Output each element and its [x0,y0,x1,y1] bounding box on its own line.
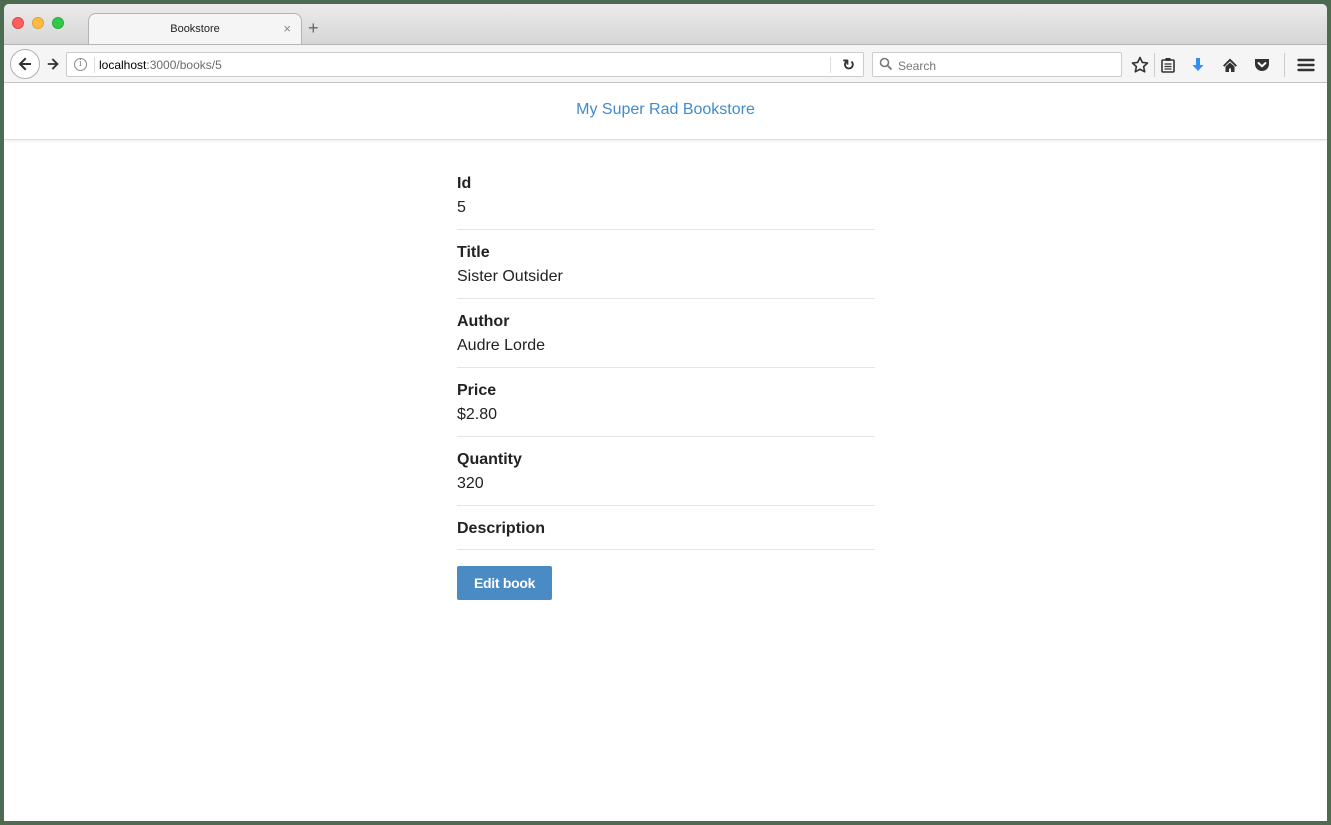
info-icon[interactable]: i [74,58,87,71]
field-label: Author [457,313,510,330]
divider [830,57,831,73]
divider [94,57,95,73]
divider [1154,53,1155,77]
bookmark-star-icon[interactable] [1130,55,1150,75]
field-value: Audre Lorde [457,337,546,354]
divider [1284,53,1285,77]
new-tab-button[interactable]: + [308,19,319,37]
tab-title: Bookstore [170,23,220,35]
url-host: localhost [99,58,147,72]
field-title: Title Sister Outsider [457,241,875,299]
field-value: Sister Outsider [457,268,563,285]
search-icon [879,57,893,71]
menu-icon[interactable] [1296,55,1316,75]
field-value: 5 [457,199,466,216]
field-description: Description [457,517,875,550]
field-label: Price [457,382,497,399]
field-label: Quantity [457,451,522,468]
search-placeholder: Search [898,59,937,73]
navigation-toolbar: i localhost:3000/books/5 ↻ Search [4,44,1327,83]
arrow-left-icon [18,57,31,71]
reload-icon[interactable]: ↻ [842,56,855,74]
field-id: Id 5 [457,172,875,230]
url-bar[interactable]: i localhost:3000/books/5 ↻ [66,52,864,77]
field-value: $2.80 [457,406,498,423]
brand-link[interactable]: My Super Rad Bookstore [576,101,755,119]
reading-list-icon[interactable] [1158,55,1178,75]
pocket-icon[interactable] [1252,55,1272,75]
book-detail-list: Id 5 Title Sister Outsider Author Audre … [457,172,875,600]
field-label: Id [457,175,472,192]
field-label: Title [457,244,490,261]
close-window-button[interactable] [12,17,24,29]
home-icon[interactable] [1220,55,1240,75]
field-price: Price $2.80 [457,379,875,437]
tab-close-icon[interactable]: × [283,21,291,36]
minimize-window-button[interactable] [32,17,44,29]
url-text[interactable]: localhost:3000/books/5 [99,58,222,72]
download-icon[interactable] [1188,55,1208,75]
field-value: 320 [457,475,484,492]
tab-bookstore[interactable]: Bookstore × [88,13,302,45]
field-quantity: Quantity 320 [457,448,875,506]
edit-book-button[interactable]: Edit book [457,566,553,600]
search-bar[interactable]: Search [872,52,1122,77]
arrow-right-icon [47,58,59,70]
site-navbar: My Super Rad Bookstore [4,83,1327,140]
field-label: Description [457,520,546,537]
back-button[interactable] [10,49,40,79]
maximize-window-button[interactable] [52,17,64,29]
forward-button[interactable] [42,53,64,75]
url-path: :3000/books/5 [146,58,222,72]
browser-window: Bookstore × + i localhost:3000/books/5 ↻… [4,4,1327,821]
field-author: Author Audre Lorde [457,310,875,368]
title-bar: Bookstore × + [4,4,1327,45]
